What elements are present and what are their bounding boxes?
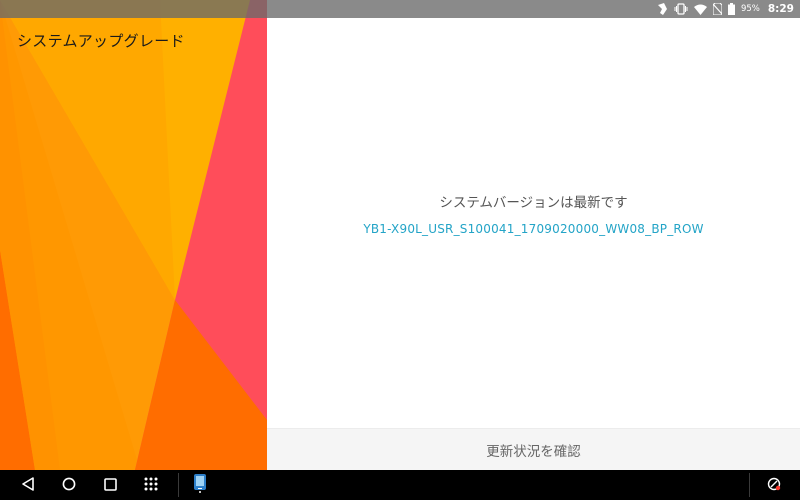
check-update-button[interactable]: 更新状況を確認	[267, 428, 800, 470]
smart-assist-icon	[767, 476, 781, 495]
smart-assist-button[interactable]	[760, 470, 788, 500]
main-content: システムバージョンは最新です YB1-X90L_USR_S100041_1709…	[267, 18, 800, 470]
no-sim-icon	[712, 3, 722, 15]
battery-percent: 95%	[740, 4, 760, 14]
recents-button[interactable]	[94, 470, 126, 500]
wifi-icon	[693, 4, 707, 15]
silent-mode-icon	[656, 3, 668, 15]
recent-app-icon	[192, 473, 208, 497]
recents-icon	[103, 476, 117, 495]
recent-app-button[interactable]	[186, 470, 214, 500]
vibrate-icon	[674, 3, 688, 15]
page-title: システムアップグレード	[17, 32, 185, 50]
status-bar: 95% 8:29	[0, 0, 800, 18]
app-drawer-icon	[144, 476, 158, 495]
navigation-bar	[0, 470, 800, 500]
home-icon	[62, 476, 76, 495]
wallpaper-panel: システムアップグレード	[0, 0, 267, 470]
back-button[interactable]	[12, 470, 44, 500]
check-update-label: 更新状況を確認	[486, 443, 581, 460]
wallpaper-graphic	[0, 0, 267, 470]
clock: 8:29	[767, 3, 794, 15]
nav-divider	[178, 473, 179, 497]
back-icon	[21, 476, 35, 495]
battery-icon	[727, 3, 735, 15]
version-status-text: システムバージョンは最新です	[439, 195, 628, 211]
home-button[interactable]	[53, 470, 85, 500]
app-drawer-button[interactable]	[135, 470, 167, 500]
version-string: YB1-X90L_USR_S100041_1709020000_WW08_BP_…	[363, 222, 704, 236]
nav-divider	[749, 473, 750, 497]
